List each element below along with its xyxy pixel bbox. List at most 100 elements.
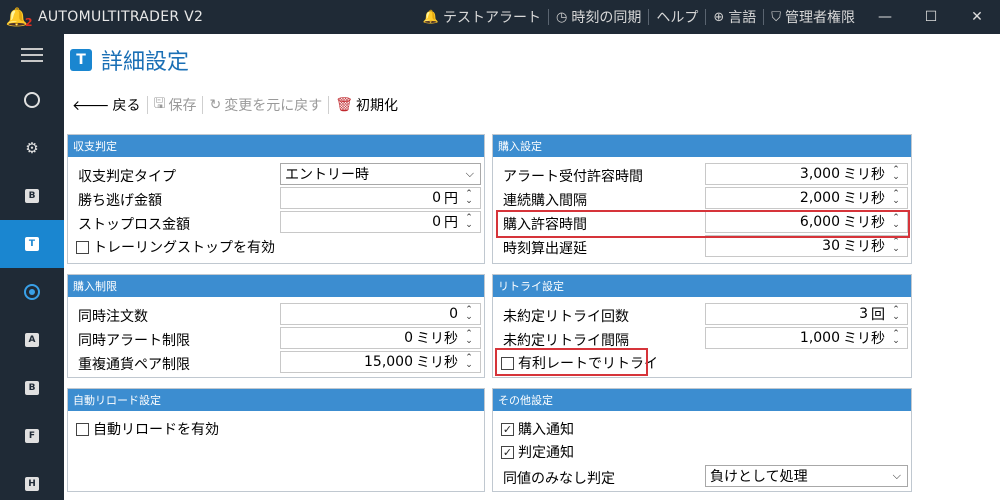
alert-accept-field[interactable]: 3,000 ミリ秒 ⌃ ⌄ [705, 163, 908, 185]
checkbox-checked-icon: ✓ [501, 445, 514, 459]
close-button[interactable]: ✕ [954, 0, 1000, 34]
retry-interval-row: 未約定リトライ間隔 1,000 ミリ秒 ⌃ ⌄ [493, 327, 911, 351]
pair-row: 重複通貨ペア制限 15,000 ミリ秒 ⌃ ⌄ [68, 351, 484, 375]
back-button[interactable]: 🡐 戻る [66, 90, 147, 120]
minimize-button[interactable]: — [862, 0, 908, 34]
arrow-left-icon: 🡐 [72, 97, 110, 114]
spinner-icon[interactable]: ⌃ ⌄ [889, 214, 903, 230]
panel-header: リトライ設定 [493, 275, 911, 297]
alert-accept-row: アラート受付許容時間 3,000 ミリ秒 ⌃ ⌄ [493, 163, 911, 187]
spinner-icon[interactable]: ⌃ ⌄ [889, 166, 903, 182]
judge-notify-row: ✓ 判定通知 [493, 442, 911, 466]
tie-judge-select[interactable]: 負けとして処理 ⌵ [705, 465, 908, 487]
retry-interval-field[interactable]: 1,000 ミリ秒 ⌃ ⌄ [705, 327, 908, 349]
spinner-icon[interactable]: ⌃ ⌄ [462, 330, 476, 346]
sidebar-item-o[interactable] [0, 268, 64, 316]
checkbox-icon [76, 422, 89, 436]
reset-button[interactable]: 🗑 初期化 [329, 90, 404, 120]
save-button[interactable]: 🖫 保存 [148, 90, 203, 120]
judge-notify-checkbox[interactable]: ✓ 判定通知 [501, 442, 574, 462]
sidebar: ⚙ B T A B F H [0, 34, 64, 500]
other-settings-panel: その他設定 ✓ 購入通知 ✓ 判定通知 同値のみなし判定 負けとして処理 ⌵ [492, 388, 912, 492]
hamburger-menu-icon[interactable] [0, 34, 64, 76]
orders-field[interactable]: 0 ⌃ ⌄ [280, 303, 481, 325]
panel-header: その他設定 [493, 389, 911, 411]
checkbox-icon [76, 240, 89, 254]
spinner-icon[interactable]: ⌃ ⌄ [462, 354, 476, 370]
help-button[interactable]: ヘルプ [649, 0, 705, 34]
settle-type-row: 収支判定タイプ エントリー時 ⌵ [68, 163, 484, 187]
stop-loss-field[interactable]: 0 円 ⌃ ⌄ [280, 211, 481, 233]
trailing-stop-checkbox[interactable]: トレーリングストップを有効 [76, 237, 275, 257]
spinner-icon[interactable]: ⌃ ⌄ [889, 306, 903, 322]
h-badge-icon: H [25, 477, 39, 491]
reload-row: 自動リロードを有効 [68, 419, 484, 443]
sidebar-item-b2[interactable]: B [0, 364, 64, 412]
spinner-icon[interactable]: ⌃ ⌄ [889, 330, 903, 346]
bell-icon: 🔔 [422, 9, 439, 25]
toolbar: 🡐 戻る 🖫 保存 ↻ 変更を元に戻す 🗑 初期化 [64, 90, 1000, 120]
f-badge-icon: F [25, 429, 39, 443]
stop-loss-row: ストップロス金額 0 円 ⌃ ⌄ [68, 211, 484, 235]
settle-type-select[interactable]: エントリー時 ⌵ [280, 163, 481, 185]
spinner-icon[interactable]: ⌃ ⌄ [462, 190, 476, 206]
sidebar-item-t[interactable]: T [0, 220, 64, 268]
win-amount-field[interactable]: 0 円 ⌃ ⌄ [280, 187, 481, 209]
pair-field[interactable]: 15,000 ミリ秒 ⌃ ⌄ [280, 351, 481, 373]
alerts-field[interactable]: 0 ミリ秒 ⌃ ⌄ [280, 327, 481, 349]
spinner-icon[interactable]: ⌃ ⌄ [462, 306, 476, 322]
spinner-icon[interactable]: ⌃ ⌄ [889, 190, 903, 206]
sidebar-item-a[interactable]: A [0, 316, 64, 364]
buy-accept-field[interactable]: 6,000 ミリ秒 ⌃ ⌄ [705, 211, 908, 233]
buy-accept-row: 購入許容時間 6,000 ミリ秒 ⌃ ⌄ [493, 211, 911, 235]
panel-header: 購入設定 [493, 135, 911, 157]
app-logo: 🔔 2 [5, 6, 33, 29]
language-button[interactable]: ⊕ 言語 [706, 0, 763, 34]
buy-settings-panel: 購入設定 アラート受付許容時間 3,000 ミリ秒 ⌃ ⌄ 連続購入間隔 2,00… [492, 134, 912, 264]
title-menu: 🔔 テストアラート ◷ 時刻の同期 ヘルプ ⊕ 言語 ⛉ 管理者権限 [416, 0, 862, 34]
app-title: AUTOMULTITRADER V2 [38, 9, 204, 25]
sidebar-item-dashboard[interactable] [0, 76, 64, 124]
trailing-row: トレーリングストップを有効 [68, 237, 484, 261]
b-badge-icon: B [25, 189, 39, 203]
gauge-icon [24, 92, 40, 108]
spinner-icon[interactable]: ⌃ ⌄ [889, 238, 903, 254]
a-badge-icon: A [25, 333, 39, 347]
favorable-rate-checkbox[interactable]: 有利レートでリトライ [501, 353, 658, 373]
trash-icon: 🗑 [335, 97, 353, 113]
undo-icon: ↻ [209, 97, 222, 113]
admin-button[interactable]: ⛉ 管理者権限 [764, 0, 862, 34]
retry-count-field[interactable]: 3 回 ⌃ ⌄ [705, 303, 908, 325]
chevron-down-icon: ⌵ [892, 469, 901, 482]
spinner-icon[interactable]: ⌃ ⌄ [462, 214, 476, 230]
tie-judge-row: 同値のみなし判定 負けとして処理 ⌵ [493, 465, 911, 489]
delay-field[interactable]: 30 ミリ秒 ⌃ ⌄ [705, 235, 908, 257]
title-bar: 🔔 2 AUTOMULTITRADER V2 🔔 テストアラート ◷ 時刻の同期 … [0, 0, 1000, 34]
favorable-row: 有利レートでリトライ [493, 353, 911, 377]
b-badge-icon: B [25, 381, 39, 395]
buy-notify-checkbox[interactable]: ✓ 購入通知 [501, 419, 574, 439]
test-alert-button[interactable]: 🔔 テストアラート [416, 0, 548, 34]
retry-count-row: 未約定リトライ回数 3 回 ⌃ ⌄ [493, 303, 911, 327]
consecutive-field[interactable]: 2,000 ミリ秒 ⌃ ⌄ [705, 187, 908, 209]
auto-reload-checkbox[interactable]: 自動リロードを有効 [76, 419, 219, 439]
shield-icon: ⛉ [771, 9, 781, 25]
orders-row: 同時注文数 0 ⌃ ⌄ [68, 303, 484, 327]
sidebar-item-h[interactable]: H [0, 460, 64, 500]
page-title: 詳細設定 [101, 50, 190, 75]
revert-button[interactable]: ↻ 変更を元に戻す [203, 90, 328, 120]
globe-icon: ⊕ [713, 9, 725, 25]
buy-notify-row: ✓ 購入通知 [493, 419, 911, 443]
t-badge-icon: T [25, 237, 39, 251]
buy-limit-panel: 購入制限 同時注文数 0 ⌃ ⌄ 同時アラート制限 0 ミリ秒 ⌃ ⌄ 重複通貨ペア… [67, 274, 485, 378]
gear-bell-icon: ⚙ [25, 139, 39, 157]
checkbox-checked-icon: ✓ [501, 422, 514, 436]
sidebar-item-settings[interactable]: ⚙ [0, 124, 64, 172]
maximize-button[interactable]: ☐ [908, 0, 954, 34]
sidebar-item-f[interactable]: F [0, 412, 64, 460]
sidebar-item-b[interactable]: B [0, 172, 64, 220]
circle-o-icon [24, 284, 40, 300]
alerts-row: 同時アラート制限 0 ミリ秒 ⌃ ⌄ [68, 327, 484, 351]
time-sync-button[interactable]: ◷ 時刻の同期 [549, 0, 648, 34]
settle-panel: 収支判定 収支判定タイプ エントリー時 ⌵ 勝ち逃げ金額 0 円 ⌃ ⌄ ストップ… [67, 134, 485, 264]
